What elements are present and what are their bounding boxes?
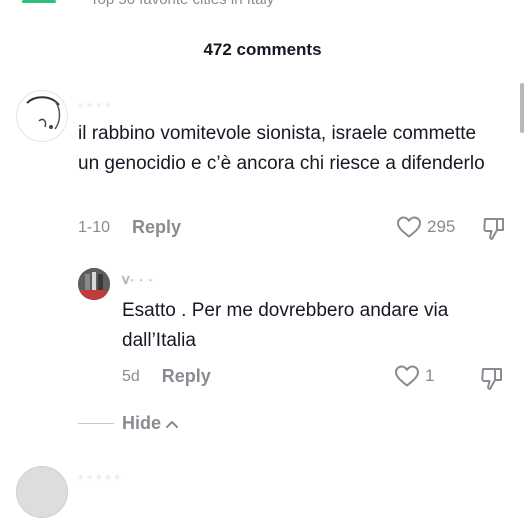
reply-date: 5d — [122, 367, 140, 385]
avatar-sketch-icon — [26, 96, 61, 130]
like-count: 295 — [427, 217, 456, 236]
heart-icon — [397, 216, 421, 238]
reply-button[interactable]: Reply — [132, 217, 181, 238]
chevron-up-icon — [166, 420, 179, 428]
scrollbar[interactable] — [520, 83, 524, 133]
reply-meta: 5d Reply — [122, 366, 211, 387]
reply-button[interactable]: Reply — [162, 366, 211, 387]
like-button[interactable]: 1 — [394, 364, 434, 388]
like-button[interactable]: 295 — [396, 215, 455, 239]
hide-replies-label[interactable]: Hide — [122, 413, 161, 434]
comment-username[interactable]: · · · · — [78, 96, 188, 110]
comment-date: 1-10 — [78, 218, 111, 236]
thumbs-down-icon — [481, 368, 502, 390]
comment-meta: 1-10 Reply — [78, 217, 181, 238]
comments-count: 472 comments — [203, 40, 322, 59]
reply-text: Esatto . Per me dovrebbero andare via da… — [122, 300, 449, 351]
thumbs-down-icon — [483, 218, 504, 240]
avatar[interactable] — [16, 90, 68, 142]
reply-username[interactable]: v· · · — [122, 271, 182, 285]
comment-text: il rabbino vomitevole sionista, israele … — [78, 123, 485, 174]
dislike-button[interactable] — [480, 366, 504, 397]
accent-bar — [22, 0, 56, 3]
like-count: 1 — [425, 366, 435, 385]
dislike-button[interactable] — [482, 216, 506, 247]
avatar-photo-icon — [78, 268, 110, 300]
divider — [78, 423, 114, 424]
next-username[interactable]: · · · · · — [78, 468, 188, 482]
previous-item-strip: Top 50 favorite cities in Italy — [0, 0, 525, 8]
next-avatar[interactable] — [16, 466, 68, 518]
video-title-partial: Top 50 favorite cities in Italy — [90, 0, 274, 8]
heart-icon — [395, 365, 419, 387]
hide-replies[interactable]: Hide — [78, 413, 179, 434]
reply-avatar[interactable] — [78, 268, 110, 300]
